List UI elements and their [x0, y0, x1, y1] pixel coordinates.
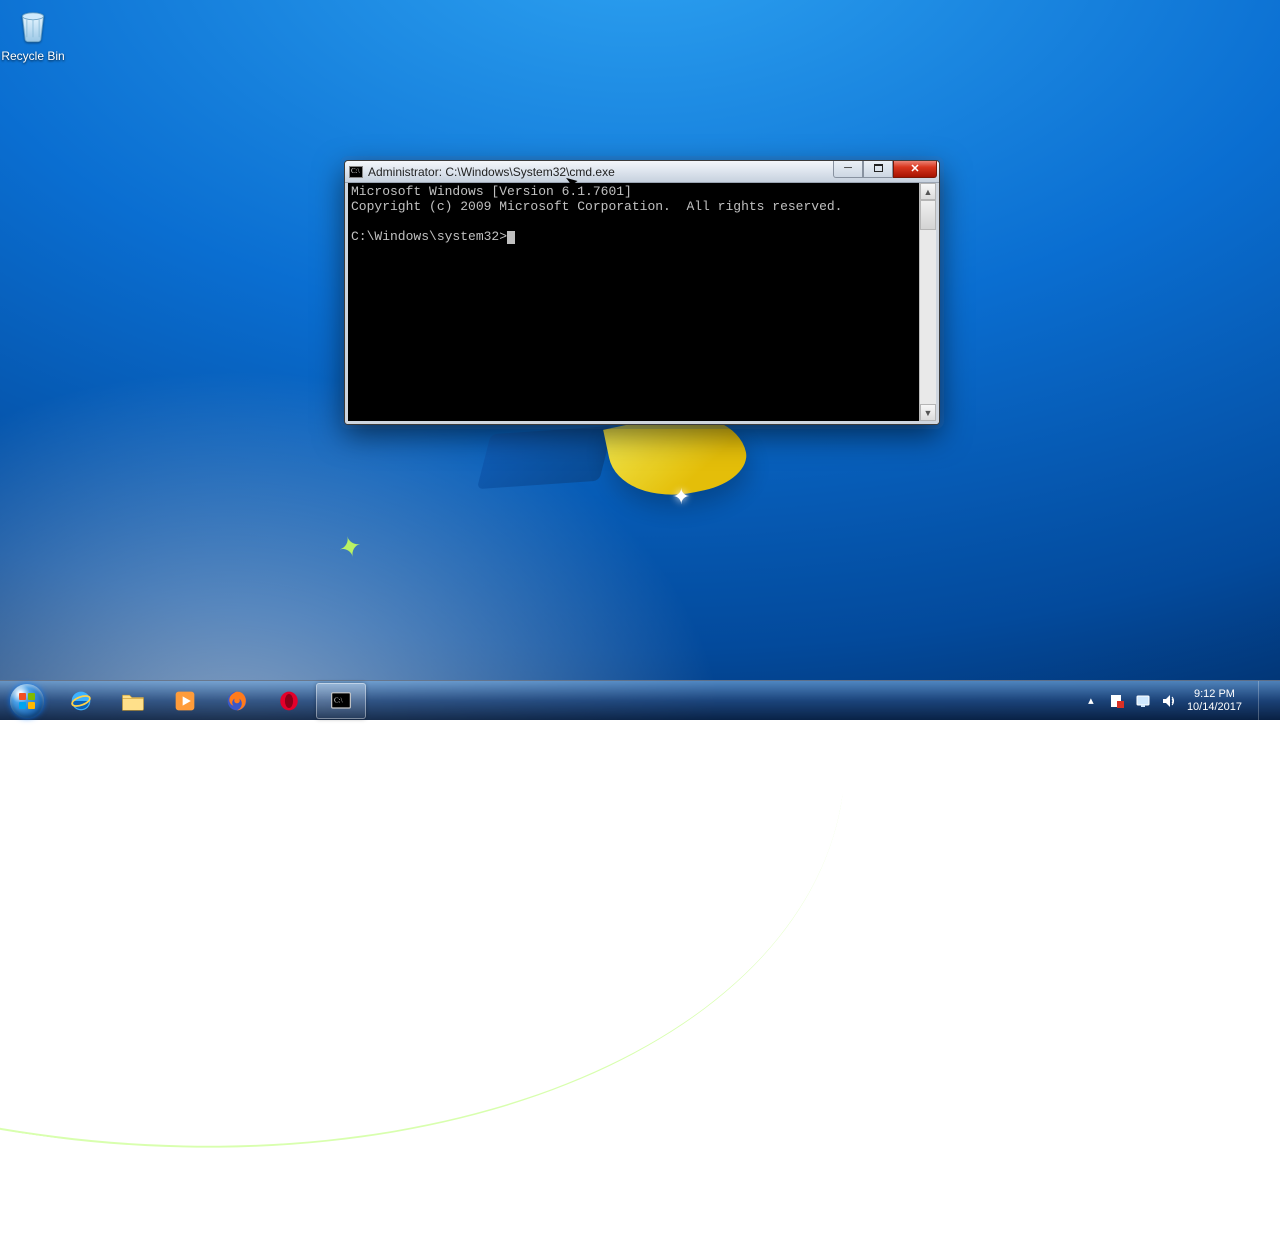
start-button[interactable] — [4, 682, 50, 720]
taskbar-item-media-player[interactable] — [160, 683, 210, 719]
cmd-titlebar[interactable]: Administrator: C:\Windows\System32\cmd.e… — [345, 161, 939, 183]
cmd-output[interactable]: Microsoft Windows [Version 6.1.7601] Cop… — [348, 183, 919, 421]
network-icon[interactable] — [1135, 693, 1151, 709]
trash-icon — [0, 4, 70, 49]
cmd-cursor — [507, 231, 515, 244]
action-center-icon[interactable] — [1109, 693, 1125, 709]
scroll-up-button[interactable]: ▲ — [920, 183, 936, 200]
taskbar-item-explorer[interactable] — [108, 683, 158, 719]
taskbar-item-opera[interactable] — [264, 683, 314, 719]
taskbar: C:\ ▴ 9:12 PM 10/14/2017 — [0, 680, 1280, 720]
cmd-line: Microsoft Windows [Version 6.1.7601] — [351, 184, 632, 199]
show-desktop-button[interactable] — [1258, 681, 1270, 721]
taskbar-item-ie[interactable] — [56, 683, 106, 719]
taskbar-item-cmd[interactable]: C:\ — [316, 683, 366, 719]
clock-time: 9:12 PM — [1187, 688, 1242, 701]
svg-text:C:\: C:\ — [334, 696, 343, 704]
taskbar-item-firefox[interactable] — [212, 683, 262, 719]
minimize-button[interactable]: ─ — [833, 160, 863, 178]
cmd-line: Copyright (c) 2009 Microsoft Corporation… — [351, 199, 842, 214]
close-button[interactable]: ✕ — [893, 160, 937, 178]
firefox-icon — [223, 687, 251, 715]
system-tray: ▴ 9:12 PM 10/14/2017 — [1083, 681, 1276, 721]
scrollbar[interactable]: ▲ ▼ — [919, 183, 936, 421]
wallpaper-sparkle: ✦ — [672, 484, 690, 510]
clock-date: 10/14/2017 — [1187, 701, 1242, 714]
tray-overflow-button[interactable]: ▴ — [1083, 693, 1099, 709]
recycle-bin-label: Recycle Bin — [0, 49, 70, 63]
cmd-window[interactable]: Administrator: C:\Windows\System32\cmd.e… — [344, 160, 940, 425]
cmd-title: Administrator: C:\Windows\System32\cmd.e… — [368, 165, 615, 179]
scroll-track[interactable] — [920, 230, 936, 404]
cmd-icon — [349, 166, 363, 178]
cmd-prompt: C:\Windows\system32> — [351, 229, 507, 244]
recycle-bin-icon[interactable]: Recycle Bin — [0, 4, 70, 63]
wallpaper-flag — [477, 426, 613, 489]
ie-icon — [67, 687, 95, 715]
opera-icon — [275, 687, 303, 715]
media-player-icon — [171, 687, 199, 715]
scroll-thumb[interactable] — [920, 200, 936, 230]
maximize-button[interactable] — [863, 160, 893, 178]
desktop[interactable]: ✦ ✦ Recycle Bin Administrator: C:\Window… — [0, 0, 1280, 720]
scroll-down-button[interactable]: ▼ — [920, 404, 936, 421]
clock[interactable]: 9:12 PM 10/14/2017 — [1187, 688, 1242, 714]
cmd-icon: C:\ — [327, 687, 355, 715]
folder-icon — [119, 687, 147, 715]
volume-icon[interactable] — [1161, 693, 1177, 709]
